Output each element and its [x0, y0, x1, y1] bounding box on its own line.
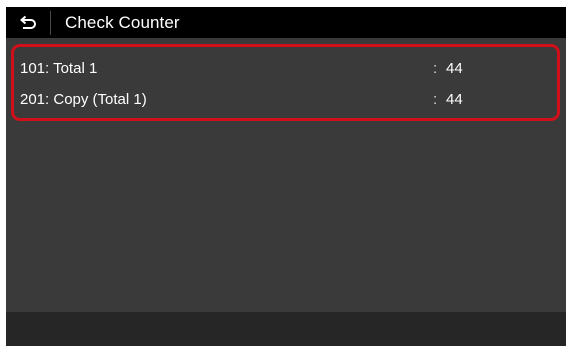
counter-label: 201: Copy (Total 1): [20, 91, 147, 108]
counter-list: 101: Total 1 : 44 201: Copy (Total 1) : …: [11, 44, 560, 121]
device-screen: Check Counter 101: Total 1 : 44 201: Cop…: [6, 7, 566, 346]
counter-row-copy-total-1: 201: Copy (Total 1) : 44: [14, 84, 557, 115]
counter-label: 101: Total 1: [20, 60, 98, 77]
counter-value: 44: [446, 60, 463, 77]
bottom-bar: [6, 312, 566, 346]
title-bar: Check Counter: [6, 7, 566, 38]
back-button[interactable]: [6, 7, 50, 38]
page-title: Check Counter: [65, 12, 180, 32]
counter-row-total-1: 101: Total 1 : 44: [14, 53, 557, 84]
back-arrow-icon: [19, 15, 36, 29]
counter-separator: :: [433, 91, 438, 108]
counter-separator: :: [433, 60, 438, 77]
counter-value: 44: [446, 91, 463, 108]
